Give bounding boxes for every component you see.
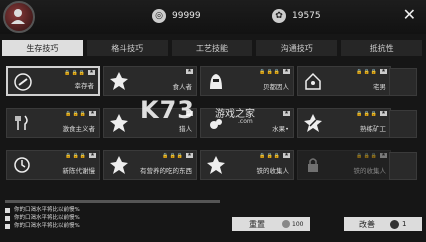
top-bar: ◎ 99999 ✿ 19575 ✕ xyxy=(0,0,426,34)
perk-label: 铁的收集人 xyxy=(353,167,387,175)
points-display: ✿ 19575 xyxy=(272,8,321,24)
perk-slow-metabolism[interactable]: 🔒🔒🔒 ★ 新陈代谢慢 xyxy=(6,150,100,180)
tab-resistance[interactable]: 抵抗性 xyxy=(341,40,422,56)
perk-label: 食人者 xyxy=(172,83,193,91)
lock-icons: 🔒🔒🔒 xyxy=(356,153,378,159)
survivor-icon xyxy=(11,70,35,94)
lock-icons: 🔒🔒🔒 xyxy=(356,69,378,75)
coin-icon xyxy=(282,220,290,228)
perk-miner[interactable]: 🔒🔒🔒 ★ 熟练矿工 xyxy=(297,108,391,138)
message-item: 你的口渴水平将比以前慢% xyxy=(5,222,235,230)
perk-eater[interactable]: 🔒🔒🔒 ★ 激食主义者 xyxy=(6,108,100,138)
house-icon xyxy=(301,69,325,93)
watermark-url: .com xyxy=(238,118,253,125)
side-slot[interactable] xyxy=(389,110,417,138)
perk-iron-collector[interactable]: 🔒🔒🔒 ★ 铁的收集人 xyxy=(200,150,294,180)
modify-button[interactable]: 改善 1 xyxy=(344,217,422,231)
nutrition-icon xyxy=(107,153,131,177)
lock-icons: 🔒🔒🔒 xyxy=(162,153,184,159)
star-icon: ★ xyxy=(89,110,96,116)
lock-icons: 🔒🔒🔒 xyxy=(65,153,87,159)
message-item: 你的口渴水平将比以前慢% xyxy=(5,206,235,214)
reset-cost: 100 xyxy=(282,220,303,228)
tab-bar: 生存技巧 格斗技巧 工艺技能 沟通技巧 抵抗性 xyxy=(2,40,422,56)
perk-label: 铁的收集人 xyxy=(256,167,290,175)
perk-bedouin[interactable]: 🔒🔒🔒 ★ 贝都因人 xyxy=(200,66,294,96)
bullet-icon xyxy=(5,215,10,221)
message-log: 你的口渴水平将比以前慢% 你的口渴水平将比以前慢% 你的口渴水平将比以前慢% xyxy=(5,206,235,230)
perk-label: 贝都因人 xyxy=(263,83,289,91)
tab-survival[interactable]: 生存技巧 xyxy=(2,40,83,56)
perk-label: 熟练矿工 xyxy=(360,125,386,133)
star-icon: ★ xyxy=(88,69,95,75)
lock-icons: 🔒🔒🔒 xyxy=(64,70,86,76)
star-icon: ★ xyxy=(186,68,193,74)
bullet-icon xyxy=(5,207,10,213)
lock-icons: 🔒🔒🔒 xyxy=(259,69,281,75)
star-icon: ★ xyxy=(89,152,96,158)
bedouin-icon xyxy=(204,69,228,93)
lock-icons: 🔒🔒🔒 xyxy=(259,153,281,159)
star-icon: ★ xyxy=(283,68,290,74)
star-icon: ★ xyxy=(380,68,387,74)
perk-label: 激食主义者 xyxy=(62,125,96,133)
perk-label: 幸存者 xyxy=(74,82,95,90)
locked-icon xyxy=(301,153,325,177)
eater-icon xyxy=(10,111,34,135)
perk-label: 宅男 xyxy=(373,83,386,91)
modify-count: 1 xyxy=(390,219,406,229)
perk-locked[interactable]: 🔒🔒🔒 ★ 铁的收集人 xyxy=(297,150,391,180)
star-icon: ★ xyxy=(283,152,290,158)
modify-label: 改善 xyxy=(359,219,375,229)
watermark-logo: K73 xyxy=(140,96,195,124)
cannibal-icon xyxy=(107,69,131,93)
perk-cannibal[interactable]: ★ 食人者 xyxy=(103,66,197,96)
star-icon: ★ xyxy=(186,152,193,158)
coins-value: 99999 xyxy=(172,11,201,21)
coin-icon: ◎ xyxy=(152,9,166,23)
scrollbar[interactable] xyxy=(5,200,220,203)
profile-icon xyxy=(11,9,25,24)
tab-crafting[interactable]: 工艺技能 xyxy=(171,40,253,56)
miner-icon xyxy=(301,111,325,135)
metabolism-icon xyxy=(10,153,34,177)
perk-homebody[interactable]: 🔒🔒🔒 ★ 宅男 xyxy=(297,66,391,96)
perk-label: 新陈代谢慢 xyxy=(62,167,96,175)
perk-label: 水果• xyxy=(272,125,289,133)
message-item: 你的口渴水平将比以前慢% xyxy=(5,214,235,222)
tab-combat[interactable]: 格斗技巧 xyxy=(86,40,168,56)
lock-icons: 🔒🔒🔒 xyxy=(356,111,378,117)
reset-label: 重置 xyxy=(249,219,265,229)
iron-collector-icon xyxy=(204,153,228,177)
bullet-icon xyxy=(5,223,10,229)
star-icon: ★ xyxy=(283,110,290,116)
tab-communication[interactable]: 沟通技巧 xyxy=(256,40,338,56)
token-icon xyxy=(390,219,399,229)
points-icon: ✿ xyxy=(272,9,286,23)
side-slot[interactable] xyxy=(389,152,417,180)
avatar[interactable] xyxy=(3,1,35,33)
star-icon: ★ xyxy=(380,152,387,158)
close-icon[interactable]: ✕ xyxy=(403,5,416,24)
points-value: 19575 xyxy=(292,11,321,21)
coins-display: ◎ 99999 xyxy=(152,8,201,24)
hunter-icon xyxy=(107,111,131,135)
perk-label: 猎人 xyxy=(179,125,192,133)
lock-icons: 🔒🔒🔒 xyxy=(65,111,87,117)
reset-button[interactable]: 重置 100 xyxy=(232,217,310,231)
perk-nutrition[interactable]: 🔒🔒🔒 ★ 有营养的吃的东西 xyxy=(103,150,197,180)
perk-label: 有营养的吃的东西 xyxy=(140,167,192,175)
side-slot[interactable] xyxy=(389,68,417,96)
star-icon: ★ xyxy=(380,110,387,116)
perk-survivor[interactable]: 🔒🔒🔒 ★ 幸存者 xyxy=(6,66,100,96)
